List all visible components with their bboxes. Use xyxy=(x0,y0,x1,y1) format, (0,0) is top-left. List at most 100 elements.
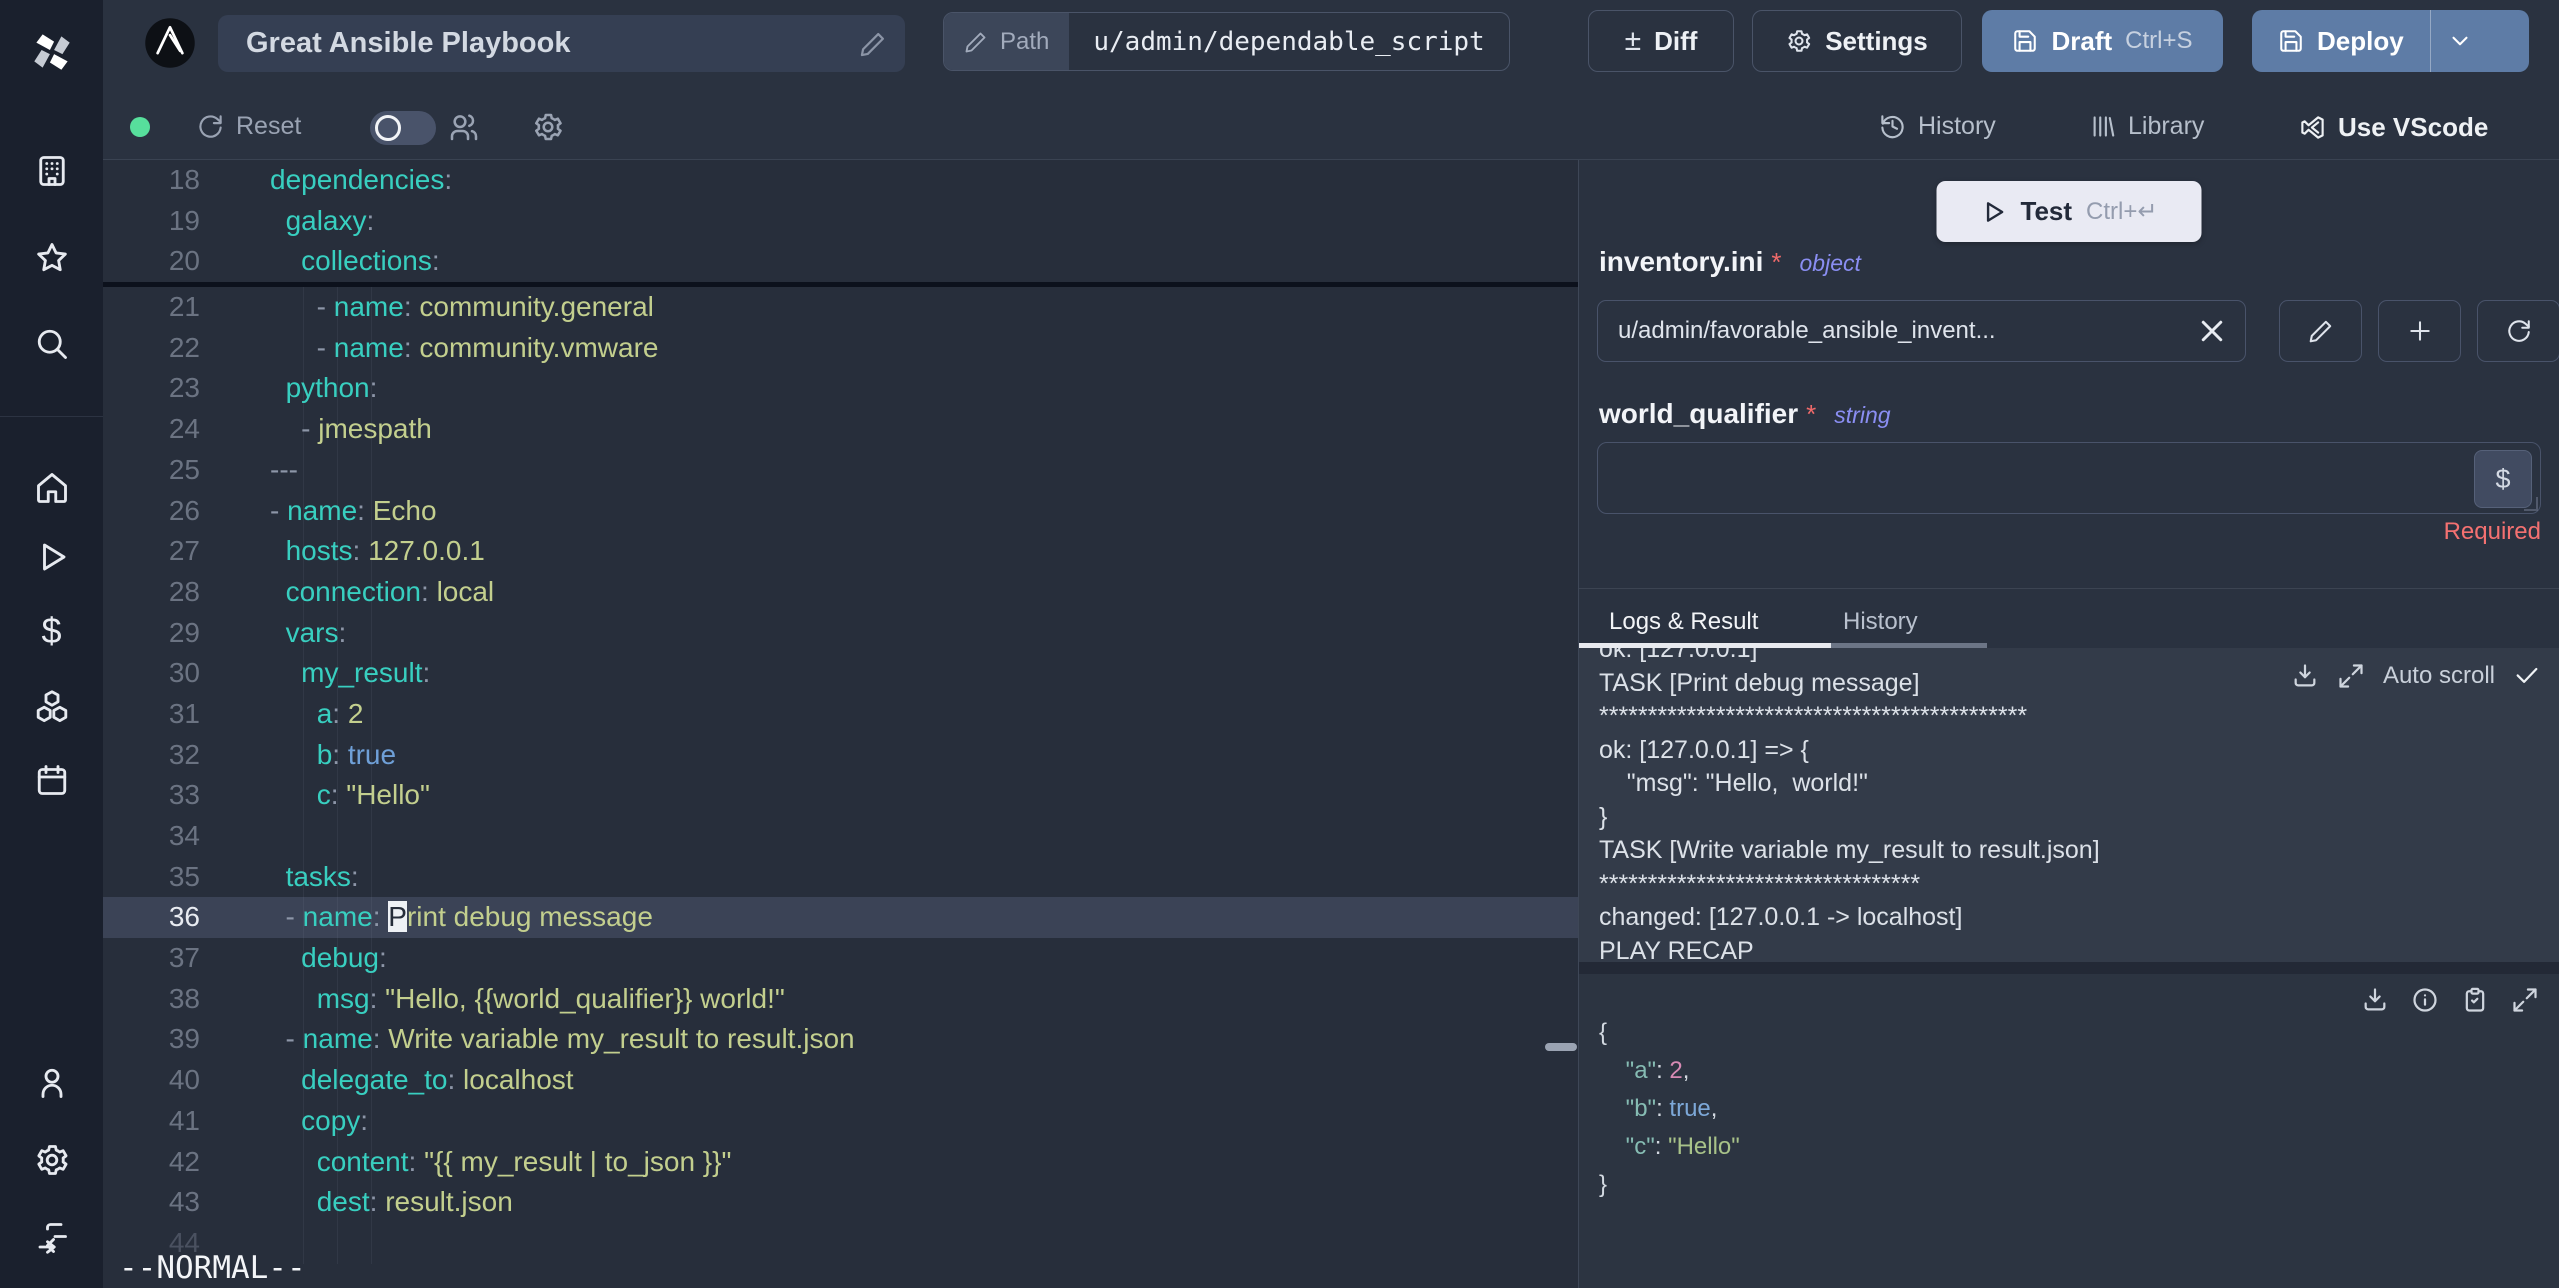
path-field[interactable]: Path u/admin/dependable_script xyxy=(943,12,1510,71)
add-resource-button[interactable] xyxy=(2378,300,2461,362)
resources-boxes-icon[interactable] xyxy=(34,688,70,724)
code-line[interactable]: 27 hosts: 127.0.0.1 xyxy=(103,531,1578,572)
log-line: PLAY RECAP xyxy=(1599,936,1754,963)
log-result-splitter[interactable] xyxy=(1579,962,2559,974)
deploy-split-button: Deploy xyxy=(2252,10,2529,72)
code-editor[interactable]: 18 dependencies: 19 galaxy: 20 collections:… xyxy=(103,160,1578,1288)
edit-resource-button[interactable] xyxy=(2279,300,2362,362)
diff-icon: ± xyxy=(1624,24,1642,57)
sidebar: $ xyxy=(0,0,103,1288)
panel-resize-handle[interactable] xyxy=(1545,1043,1577,1051)
history-button[interactable]: History xyxy=(1879,112,1996,141)
variables-dollar-icon[interactable]: $ xyxy=(34,613,70,649)
code-line[interactable]: 40 delegate_to: localhost xyxy=(103,1060,1578,1101)
reset-button[interactable]: Reset xyxy=(197,112,301,141)
code-line[interactable]: 32 b: true xyxy=(103,735,1578,776)
code-line[interactable]: 23 python: xyxy=(103,368,1578,409)
pencil-icon xyxy=(2308,318,2334,344)
info-icon[interactable] xyxy=(2411,986,2439,1014)
code-line[interactable]: 29 vars: xyxy=(103,613,1578,654)
code-line[interactable]: 33 c: "Hello" xyxy=(103,775,1578,816)
log-viewer[interactable]: ok: [127.0.0.1] TASK [Print debug message… xyxy=(1579,648,2559,962)
tab-logs-result[interactable]: Logs & Result xyxy=(1609,608,1758,636)
runs-play-icon[interactable] xyxy=(34,539,70,575)
path-label-segment: Path xyxy=(944,13,1070,70)
workspace-icon[interactable] xyxy=(34,153,70,189)
result-json-line: "c": "Hello" xyxy=(1625,1133,1740,1160)
code-line[interactable]: 24 - jmespath xyxy=(103,409,1578,450)
settings-button[interactable]: Settings xyxy=(1752,10,1962,72)
code-line[interactable]: 22 - name: community.vmware xyxy=(103,328,1578,369)
code-line[interactable]: 35 tasks: xyxy=(103,857,1578,898)
deploy-dropdown-button[interactable] xyxy=(2429,10,2490,72)
home-icon[interactable] xyxy=(34,470,70,506)
windmill-logo-icon[interactable] xyxy=(27,26,77,76)
schedules-calendar-icon[interactable] xyxy=(34,762,70,798)
library-icon xyxy=(2089,113,2116,140)
use-vscode-button[interactable]: Use VScode xyxy=(2299,112,2488,143)
search-icon[interactable] xyxy=(34,326,70,362)
code-line[interactable]: 25 --- xyxy=(103,450,1578,491)
favorites-star-icon[interactable] xyxy=(34,240,70,276)
code-line[interactable]: 21 - name: community.general xyxy=(103,287,1578,328)
code-line[interactable]: 41 copy: xyxy=(103,1101,1578,1142)
test-run-button[interactable]: Test Ctrl+↵ xyxy=(1936,181,2202,242)
log-toolbar: Auto scroll xyxy=(2291,662,2541,690)
refresh-resource-button[interactable] xyxy=(2477,300,2559,362)
code-line[interactable]: 39 - name: Write variable my_result to r… xyxy=(103,1019,1578,1060)
draft-label: Draft xyxy=(2051,25,2113,56)
field-name: inventory.ini xyxy=(1599,246,1764,277)
inventory-resource-input[interactable] xyxy=(1597,300,2246,362)
draft-save-button[interactable]: Draft Ctrl+S xyxy=(1982,10,2223,72)
code-line[interactable]: 36 - name: Print debug message xyxy=(103,897,1578,939)
tab-history[interactable]: History xyxy=(1843,608,1918,636)
vscode-label: Use VScode xyxy=(2338,112,2489,142)
code-lines: 21 - name: community.general 22 - name: c… xyxy=(103,287,1578,1264)
auto-scroll-check-icon[interactable] xyxy=(2513,662,2541,690)
save-icon xyxy=(2012,28,2038,54)
code-line[interactable]: 34 xyxy=(103,816,1578,857)
panel-section-divider xyxy=(1579,588,2559,589)
diff-button[interactable]: ± Diff xyxy=(1588,10,1734,72)
field-name: world_qualifier xyxy=(1599,398,1799,429)
required-error-text: Required xyxy=(2443,518,2541,545)
editor-settings-gear-icon[interactable] xyxy=(532,111,564,143)
download-log-icon[interactable] xyxy=(2291,662,2319,690)
code-line[interactable]: 37 debug: xyxy=(103,938,1578,979)
result-json-line: { xyxy=(1599,1019,1608,1046)
code-line[interactable]: 26- name: Echo xyxy=(103,491,1578,532)
settings-gear-icon[interactable] xyxy=(34,1142,70,1178)
code-line[interactable]: 43 dest: result.json xyxy=(103,1182,1578,1223)
toggle-knob xyxy=(375,115,401,141)
library-button[interactable]: Library xyxy=(2089,112,2204,141)
mode-toggle[interactable] xyxy=(370,111,436,145)
script-title-field xyxy=(218,15,905,72)
code-line[interactable]: 44 xyxy=(103,1223,1578,1264)
expand-result-icon[interactable] xyxy=(2511,986,2539,1014)
deploy-button[interactable]: Deploy xyxy=(2252,10,2430,72)
log-output: ok: [127.0.0.1] TASK [Print debug message… xyxy=(1579,648,2559,962)
clear-input-x-icon[interactable] xyxy=(2197,316,2227,346)
code-line[interactable]: 42 content: "{{ my_result | to_json }}" xyxy=(103,1142,1578,1183)
world-qualifier-input[interactable] xyxy=(1598,443,2540,513)
result-json-line: "b": true, xyxy=(1625,1095,1718,1122)
vscode-icon xyxy=(2299,114,2326,141)
log-line: ********************************* xyxy=(1599,869,1921,898)
resize-handle[interactable] xyxy=(2524,497,2538,511)
expand-log-icon[interactable] xyxy=(2337,662,2365,690)
logout-icon[interactable] xyxy=(34,1220,70,1256)
code-line[interactable]: 30 my_result: xyxy=(103,653,1578,694)
copy-clipboard-icon[interactable] xyxy=(2461,986,2489,1014)
result-toolbar xyxy=(2361,986,2539,1014)
download-result-icon[interactable] xyxy=(2361,986,2389,1014)
script-title-input[interactable] xyxy=(244,26,859,61)
log-line: ****************************************… xyxy=(1599,702,2028,730)
result-json-line: } xyxy=(1599,1171,1608,1198)
code-line[interactable]: 31 a: 2 xyxy=(103,694,1578,735)
code-line[interactable]: 38 msg: "Hello, {{world_qualifier}} worl… xyxy=(103,979,1578,1020)
code-line[interactable]: 28 connection: local xyxy=(103,572,1578,613)
indent-guide xyxy=(303,287,304,1264)
collaborators-users-icon[interactable] xyxy=(448,111,480,143)
edit-title-pencil-icon[interactable] xyxy=(859,30,887,58)
account-user-icon[interactable] xyxy=(34,1065,70,1101)
